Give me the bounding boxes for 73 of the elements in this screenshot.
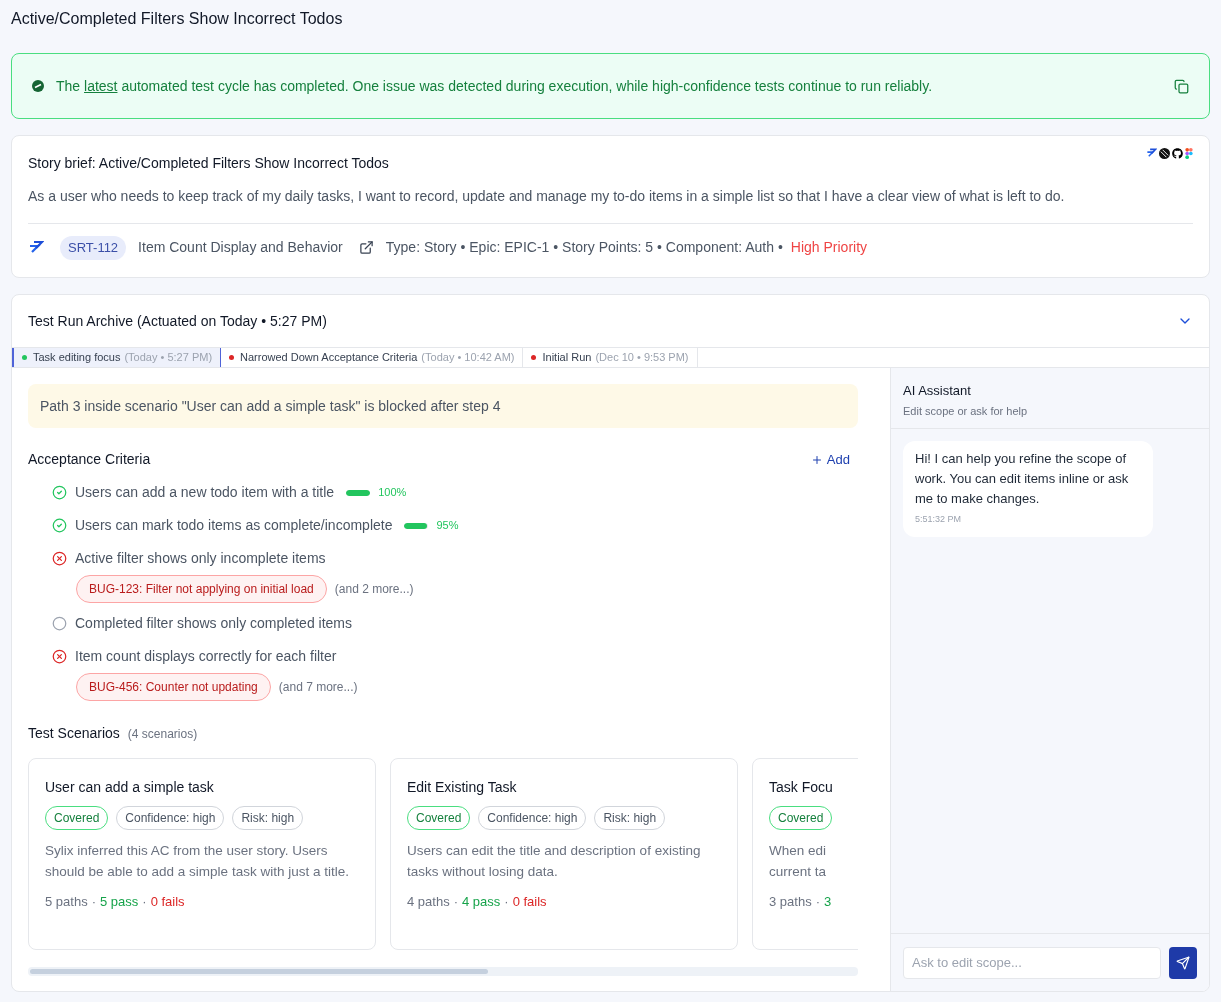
- send-icon: [1176, 955, 1190, 970]
- scenario-title: User can add a simple task: [45, 778, 215, 797]
- run-tab[interactable]: Initial Run (Dec 10 • 9:53 PM): [523, 348, 698, 367]
- scenario-stat: ·: [453, 893, 458, 911]
- criterion-text: Active filter shows only incomplete items: [75, 549, 326, 568]
- more-bugs-label[interactable]: (and 2 more...): [334, 580, 414, 598]
- scenario-description-line: current ta: [769, 863, 828, 881]
- criterion-text: Users can mark todo items as complete/incomplete: [75, 516, 393, 535]
- latest-link[interactable]: latest: [84, 77, 118, 94]
- scenario-title: Edit Existing Task: [407, 778, 518, 797]
- banner-message: The latest automated test cycle has completed. One issue was detected during execution, while high-confidence tests continue to run reliably.: [56, 76, 934, 96]
- blocked-alert: Path 3 inside scenario "User can add a simple task" is blocked after step 4: [28, 384, 858, 428]
- bug-badge[interactable]: BUG-456: Counter not updating: [76, 673, 271, 701]
- criteria-heading: Acceptance Criteria: [28, 450, 151, 469]
- scenarios-heading: Test Scenarios: [28, 724, 120, 743]
- send-button[interactable]: [1169, 946, 1197, 979]
- scenario-stat: 3: [824, 893, 832, 911]
- scenario-stat: 5 pass: [100, 893, 139, 911]
- page-title: Active/Completed Filters Show Incorrect Todos: [11, 9, 344, 29]
- bug-badge[interactable]: BUG-123: Filter not applying on initial load: [76, 575, 327, 603]
- scenarios-count: (4 scenarios): [127, 726, 198, 743]
- scenario-card[interactable]: User can add a simple task Covered Confidence: high Risk: high Sylix inferred this AC from the user story. Users should be able to add a simple task with just a title. 5 paths · 5 pass · 0 fails: [28, 758, 376, 950]
- run-tab[interactable]: Task editing focus (Today • 5:27 PM): [12, 348, 222, 367]
- scenario-stat: ·: [142, 893, 147, 911]
- scenario-description: Sylix inferred this AC from the user story. Users should be able to add a simple task with just a title.: [45, 842, 350, 881]
- x-circle-icon: [52, 551, 67, 566]
- scenario-stat: ·: [815, 893, 820, 911]
- arrows-logo-icon: [1146, 148, 1157, 159]
- copy-icon[interactable]: [1174, 78, 1189, 94]
- scenario-description: Users can edit the title and description of existing tasks without losing data.: [407, 842, 702, 881]
- scenario-stat: 0 fails: [512, 893, 547, 911]
- criterion-text: Item count displays correctly for each filter: [75, 647, 337, 666]
- criterion-text: Users can add a new todo item with a title: [75, 483, 335, 502]
- scenario-stat: 4 paths: [407, 893, 450, 911]
- criterion-text: Completed filter shows only completed items: [75, 614, 352, 633]
- x-circle-icon: [52, 649, 67, 664]
- story-meta: Type: Story • Epic: EPIC-1 • Story Points: 5 • Component: Auth •: [385, 238, 783, 258]
- check-circle-icon: [52, 518, 67, 533]
- colored-shapes-icon[interactable]: [1185, 148, 1193, 159]
- message-text: Hi! I can help you refine the scope of work. You can edit items inline or ask me to make changes.: [915, 450, 1130, 508]
- scenario-card[interactable]: Edit Existing Task Covered Confidence: high Risk: high Users can edit the title and description of existing tasks without losing data. 4 paths · 4 pass · 0 fails: [390, 758, 738, 950]
- scenario-title: Task Focu: [769, 778, 834, 797]
- run-tab[interactable]: Narrowed Down Acceptance Criteria (Today • 10:42 AM): [221, 348, 524, 367]
- scenario-description-line: When edi: [769, 842, 828, 860]
- percent-label: 95%: [436, 518, 459, 534]
- striped-circle-icon[interactable]: [1159, 148, 1170, 159]
- add-button[interactable]: Add: [810, 449, 850, 470]
- scrollbar-thumb[interactable]: [30, 969, 488, 974]
- story-title: Story brief: Active/Completed Filters Show Incorrect Todos: [28, 154, 389, 173]
- scenario-stat: ·: [504, 893, 509, 911]
- scenario-stat: 0 fails: [150, 893, 185, 911]
- status-circle-icon: [32, 80, 44, 92]
- scenario-stat: ·: [91, 893, 96, 911]
- plus-icon: [810, 453, 823, 466]
- archive-title: Test Run Archive (Actuated on Today • 5:27 PM): [28, 311, 327, 331]
- horizontal-scrollbar[interactable]: [28, 967, 858, 976]
- story-key-badge[interactable]: SRT-112: [60, 236, 127, 260]
- assistant-subtitle: Edit scope or ask for help: [903, 403, 1029, 419]
- scenario-stat: 5 paths: [45, 893, 88, 911]
- chat-input[interactable]: Ask to edit scope...: [903, 946, 1161, 979]
- cat-logo-icon[interactable]: [1172, 148, 1183, 159]
- empty-circle-icon: [52, 616, 67, 631]
- external-link-icon[interactable]: [358, 240, 374, 256]
- story-name: Item Count Display and Behavior: [138, 238, 343, 258]
- scenario-stat: 4 pass: [462, 893, 501, 911]
- scenario-stat: 3 paths: [769, 893, 812, 911]
- assistant-title: AI Assistant: [903, 382, 972, 400]
- percent-label: 100%: [378, 485, 407, 501]
- priority-label: High Priority: [790, 238, 868, 258]
- message-time: 5:51:32 PM: [915, 513, 963, 526]
- check-circle-icon: [52, 485, 67, 500]
- story-description: As a user who needs to keep track of my daily tasks, I want to record, update and manage my to-do items in a simple list so that I have a clear view of what is left to do.: [28, 186, 1193, 224]
- more-bugs-label[interactable]: (and 7 more...): [278, 678, 358, 696]
